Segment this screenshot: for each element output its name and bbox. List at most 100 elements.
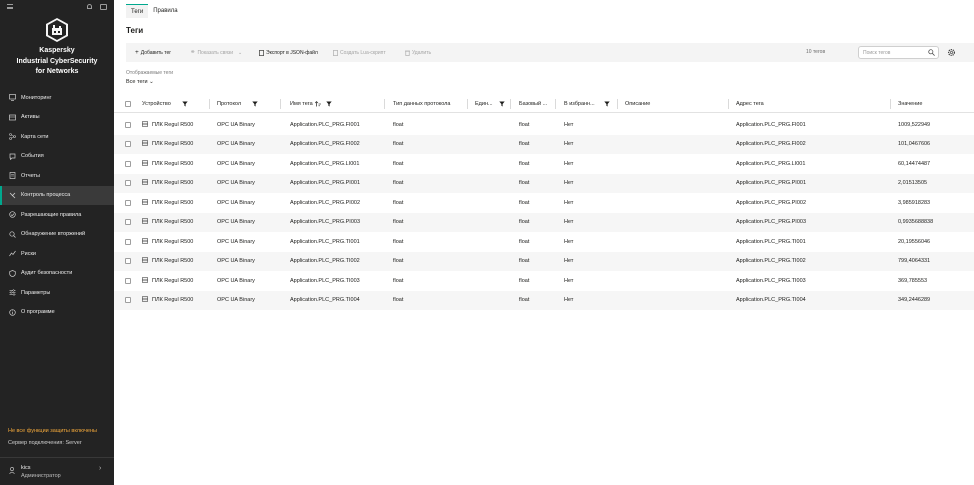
column-divider[interactable] (280, 99, 281, 109)
cell-text: Нет (564, 219, 574, 226)
table-row[interactable]: ПЛК Regul R500 OPC UA Binary Application.P… (114, 251, 974, 272)
filter-protocol-icon[interactable] (252, 101, 258, 107)
sidebar-item-intrusion-detection[interactable]: Обнаружение вторжений (0, 225, 114, 245)
cell-text: Нет (564, 238, 574, 245)
notifications-bell-icon[interactable] (87, 4, 92, 9)
sort-ascending-icon[interactable] (315, 95, 321, 113)
row-checkbox[interactable] (125, 193, 131, 213)
protection-warning-link[interactable]: Не все функции защиты включены (8, 428, 97, 434)
row-checkbox[interactable] (125, 271, 131, 291)
cell-text: OPC UA Binary (217, 258, 255, 265)
search-icon[interactable] (928, 49, 935, 56)
tag-count: 10 тегов (806, 49, 826, 55)
cell-data-type: float (393, 115, 403, 135)
cell-favorites: Нет (564, 193, 573, 213)
filter-device-icon[interactable] (182, 101, 188, 107)
row-checkbox[interactable] (125, 115, 131, 135)
column-divider[interactable] (467, 99, 468, 109)
column-unit[interactable]: Един... (475, 95, 493, 113)
sidebar-item-network-map[interactable]: Карта сети (0, 127, 114, 147)
show-links-button[interactable]: ⚭ Показать связи ⌄ (190, 43, 242, 62)
table-row[interactable]: ПЛК Regul R500 OPC UA Binary Application.P… (114, 290, 974, 311)
select-all-checkbox[interactable] (125, 95, 131, 113)
column-tag-name[interactable]: Имя тега (290, 95, 313, 113)
column-favorites[interactable]: В избранн... (564, 95, 595, 113)
cell-favorites: Нет (564, 252, 573, 272)
table-row[interactable]: ПЛК Regul R500 OPC UA Binary Application.P… (114, 134, 974, 155)
column-divider[interactable] (617, 99, 618, 109)
sidebar-item-about[interactable]: О программе (0, 303, 114, 323)
user-role: Администратор (21, 473, 61, 479)
column-protocol[interactable]: Протокол (217, 95, 241, 113)
cell-address: Application.PLC_PRG.TI001 (736, 232, 806, 252)
sidebar-item-events[interactable]: События (0, 147, 114, 167)
sidebar-item-settings[interactable]: Параметры (0, 283, 114, 303)
sidebar-item-assets[interactable]: Активы (0, 108, 114, 128)
cell-text: float (519, 297, 530, 304)
table-row[interactable]: ПЛК Regul R500 OPC UA Binary Application.P… (114, 115, 974, 135)
row-checkbox[interactable] (125, 135, 131, 155)
cell-tag-name: Application.PLC_PRG.PI002 (290, 193, 360, 213)
column-data-type[interactable]: Тип данных протокола (393, 95, 450, 113)
cell-text: 2,01513505 (898, 180, 928, 187)
cell-text: float (519, 160, 530, 167)
table-row[interactable]: ПЛК Regul R500 OPC UA Binary Application.P… (114, 193, 974, 213)
column-base-type[interactable]: Базовый ... (519, 95, 547, 113)
export-json-button[interactable]: Экспорт в JSON-файл (259, 43, 318, 62)
process-control-icon (9, 192, 16, 199)
collapse-panel-icon[interactable] (100, 4, 107, 10)
displayed-tags-label: Отображаемые теги (126, 70, 174, 76)
table-row[interactable]: ПЛК Regul R500 OPC UA Binary Application.P… (114, 232, 974, 252)
column-value[interactable]: Значение (898, 95, 922, 113)
tab-rules[interactable]: Правила (148, 4, 182, 18)
sidebar-item-risks[interactable]: Риски (0, 244, 114, 264)
hamburger-menu-icon[interactable] (7, 4, 13, 9)
column-divider[interactable] (728, 99, 729, 109)
cell-protocol: OPC UA Binary (217, 213, 255, 233)
table-row[interactable]: ПЛК Regul R500 OPC UA Binary Application.P… (114, 154, 974, 174)
sidebar-item-monitoring[interactable]: Мониторинг (0, 88, 114, 108)
row-checkbox[interactable] (125, 252, 131, 272)
sidebar-item-security-audit[interactable]: Аудит безопасности (0, 264, 114, 284)
add-tag-button[interactable]: + Добавить тег (135, 43, 171, 62)
sidebar-item-process-control[interactable]: Контроль процесса (0, 185, 114, 205)
column-divider[interactable] (510, 99, 511, 109)
row-checkbox[interactable] (125, 154, 131, 174)
cell-device: ПЛК Regul R500 (142, 232, 193, 252)
filter-unit-icon[interactable] (499, 101, 505, 107)
chevron-right-icon: › (99, 465, 102, 472)
sidebar-item-reports[interactable]: Отчеты (0, 166, 114, 186)
filter-tag-name-icon[interactable] (326, 101, 332, 107)
cell-data-type: float (393, 271, 403, 291)
row-checkbox[interactable] (125, 174, 131, 194)
gear-icon[interactable] (947, 48, 956, 57)
sidebar-item-label: Карта сети (21, 133, 49, 140)
column-divider[interactable] (555, 99, 556, 109)
sidebar-item-allow-rules[interactable]: Разрешающие правила (0, 205, 114, 225)
sidebar-item-label: Риски (21, 250, 36, 257)
row-checkbox[interactable] (125, 213, 131, 233)
column-divider[interactable] (384, 99, 385, 109)
user-menu[interactable]: kics Администратор › (0, 457, 114, 485)
row-checkbox[interactable] (125, 291, 131, 311)
table-row[interactable]: ПЛК Regul R500 OPC UA Binary Application.P… (114, 271, 974, 291)
filter-favorites-icon[interactable] (604, 101, 610, 107)
column-divider[interactable] (209, 99, 210, 109)
cell-protocol: OPC UA Binary (217, 135, 255, 155)
table-row[interactable]: ПЛК Regul R500 OPC UA Binary Application.P… (114, 173, 974, 194)
create-lua-script-button[interactable]: Создать Lua-скрипт (333, 43, 386, 62)
column-divider[interactable] (890, 99, 891, 109)
column-description[interactable]: Описание (625, 95, 650, 113)
displayed-tags-select[interactable]: Все теги ⌄ (126, 79, 154, 85)
cell-favorites: Нет (564, 115, 573, 135)
row-checkbox[interactable] (125, 232, 131, 252)
delete-button[interactable]: Удалить (405, 43, 431, 62)
cell-data-type: float (393, 213, 403, 233)
column-device[interactable]: Устройство (142, 95, 171, 113)
column-address[interactable]: Адрес тега (736, 95, 764, 113)
cell-address: Application.PLC_PRG.FI002 (736, 135, 806, 155)
tab-tags[interactable]: Теги (126, 4, 149, 18)
table-row[interactable]: ПЛК Regul R500 OPC UA Binary Application.P… (114, 212, 974, 233)
search-input[interactable] (863, 49, 923, 57)
cell-text: 20,19556046 (898, 238, 931, 245)
